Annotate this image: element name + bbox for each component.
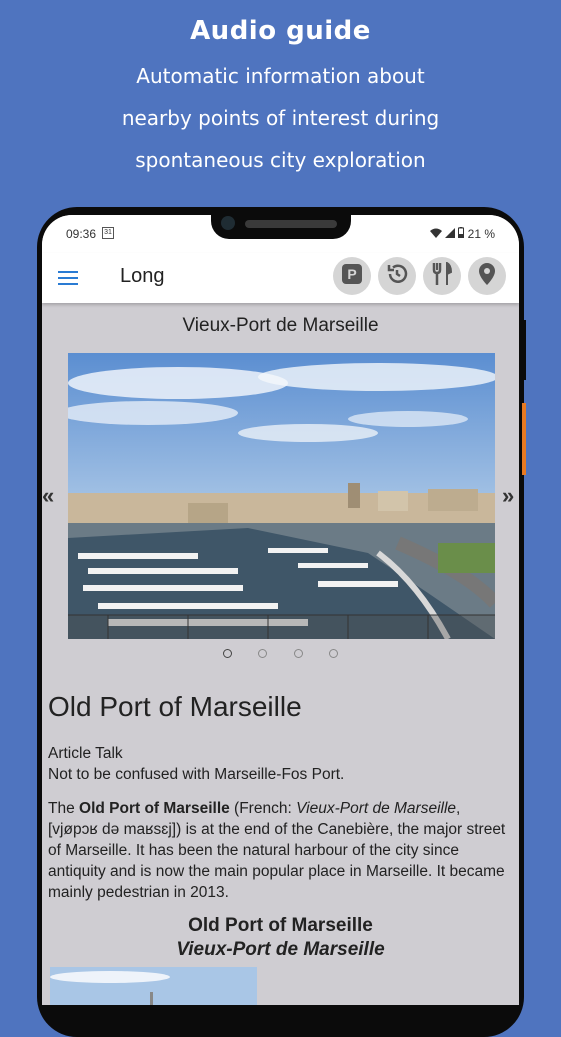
carousel-next-button[interactable]: » xyxy=(502,483,514,509)
app-bar-title: Long xyxy=(120,265,165,287)
earpiece xyxy=(245,220,337,228)
carousel-indicator xyxy=(42,645,519,663)
infobox-subtitle: Vieux-Port de Marseille xyxy=(176,939,385,960)
article-heading: Old Port of Marseille xyxy=(48,691,302,722)
svg-text:P: P xyxy=(347,266,356,282)
calendar-icon: 31 xyxy=(102,227,114,239)
infobox-title: Old Port of Marseille xyxy=(188,915,373,936)
article-intro: The Old Port of Marseille (French: Vieux… xyxy=(48,800,506,901)
carousel-prev-button[interactable]: « xyxy=(42,483,54,509)
parking-button[interactable]: P xyxy=(333,257,371,295)
volume-button xyxy=(522,320,526,380)
history-icon xyxy=(385,262,409,291)
promo-line-3: spontaneous city exploration xyxy=(135,148,426,172)
carousel-dot-1[interactable] xyxy=(222,649,232,658)
location-pin-icon xyxy=(477,262,497,291)
promo-line-2: nearby points of interest during xyxy=(121,106,440,130)
app-bar: Long P xyxy=(42,253,519,303)
signal-icon xyxy=(444,227,458,241)
restaurant-button[interactable] xyxy=(423,257,461,295)
article-tabs[interactable]: Article Talk xyxy=(48,743,514,764)
status-time: 09:36 xyxy=(66,227,97,241)
place-title: Vieux-Port de Marseille xyxy=(182,315,379,336)
phone-screen: 09:36 31 21 % Long P Vieux-Port de Marse… xyxy=(42,215,519,1005)
battery-icon xyxy=(458,227,467,241)
promo-line-1: Automatic information about xyxy=(136,64,425,88)
article-intro-italic: Vieux-Port de Marseille xyxy=(296,800,457,817)
infobox-image[interactable] xyxy=(50,967,257,1005)
carousel-dot-2[interactable] xyxy=(258,649,268,658)
history-button[interactable] xyxy=(378,257,416,295)
carousel-dot-3[interactable] xyxy=(293,649,303,658)
front-camera xyxy=(221,216,235,230)
article-hatnote: Not to be confused with Marseille-Fos Po… xyxy=(48,766,345,783)
status-right: 21 % xyxy=(429,227,495,241)
battery-percent: 21 % xyxy=(467,227,495,241)
wifi-icon xyxy=(429,227,445,241)
article-intro-bold: Old Port of Marseille xyxy=(79,800,230,817)
carousel-dot-4[interactable] xyxy=(329,649,339,658)
power-button xyxy=(522,403,526,475)
place-photo[interactable] xyxy=(68,353,495,639)
restaurant-icon xyxy=(431,260,453,291)
harbor-image xyxy=(68,353,495,639)
menu-icon[interactable] xyxy=(58,271,78,285)
promo-title: Audio guide xyxy=(190,16,371,46)
location-button[interactable] xyxy=(468,257,506,295)
camera-notch xyxy=(211,207,351,239)
parking-icon: P xyxy=(341,263,363,290)
